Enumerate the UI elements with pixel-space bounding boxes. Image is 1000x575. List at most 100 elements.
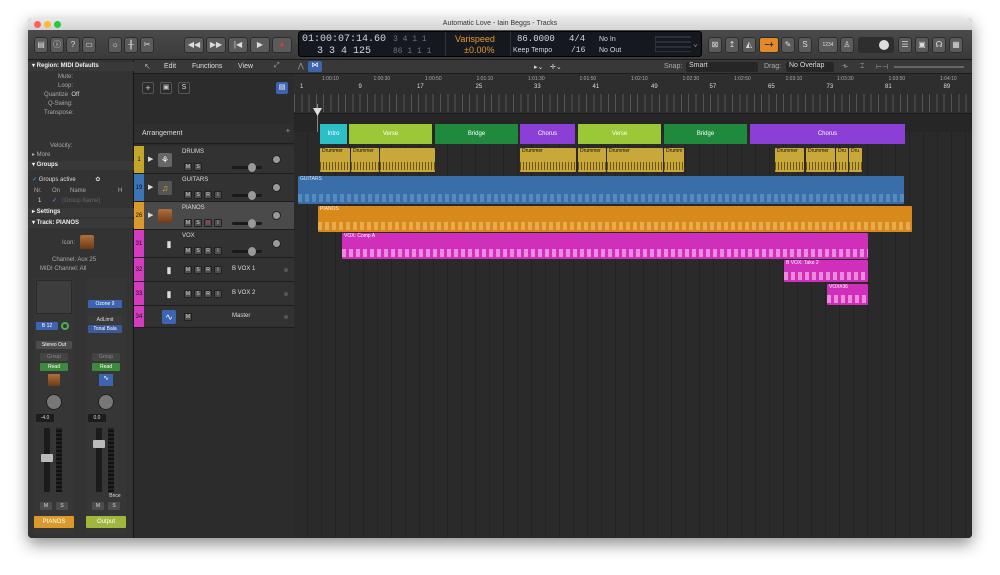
vox36-region[interactable]: VOX#36	[827, 284, 868, 305]
solo-button[interactable]: S	[194, 266, 202, 274]
track-name[interactable]: DRUMS	[182, 149, 204, 155]
disclosure-triangle-icon[interactable]: ▶	[148, 183, 153, 191]
piano-icon[interactable]	[80, 235, 94, 249]
arrangement-marker[interactable]: Bridge	[435, 124, 518, 144]
input-button[interactable]: I	[214, 191, 222, 199]
editors-button[interactable]: ✂	[140, 37, 154, 53]
strip-name[interactable]: Output	[86, 516, 126, 528]
track-name[interactable]: PIANOS	[182, 205, 205, 211]
zoom-slider[interactable]	[894, 66, 964, 68]
bvox-take-region[interactable]: B VOX: Take 2	[784, 260, 868, 282]
volume-slider[interactable]	[232, 247, 262, 256]
track-icon[interactable]: ▮	[162, 287, 176, 301]
solo-mode-button[interactable]: S	[798, 37, 812, 53]
group-on-checkbox[interactable]: ✓	[52, 197, 57, 206]
loop-browser-button[interactable]: ☊	[932, 37, 946, 53]
group-name[interactable]: (Group Name)	[62, 197, 100, 206]
volume-slider[interactable]	[232, 191, 262, 200]
transpose-row[interactable]: Transpose:	[28, 109, 134, 118]
track-name[interactable]: VOX	[182, 233, 195, 239]
arrangement-marker[interactable]: Intro	[320, 124, 347, 144]
smart-controls-button[interactable]: ☼	[108, 37, 122, 53]
drummer-region[interactable]: Drummer	[607, 148, 663, 172]
input-button[interactable]: I	[214, 290, 222, 298]
forward-button[interactable]: ▶▶	[206, 37, 226, 53]
add-track-button[interactable]: +	[142, 82, 154, 94]
volume-slider-thumb[interactable]	[248, 219, 256, 228]
metronome-button[interactable]: ◭	[742, 37, 756, 53]
play-button[interactable]: ▶	[250, 37, 270, 53]
drummer-region[interactable]: Drummer	[351, 148, 379, 172]
volume-fader[interactable]	[93, 428, 105, 492]
track-filter-icon[interactable]: ▤	[276, 82, 288, 94]
loop-row[interactable]: Loop:	[28, 82, 134, 91]
timeline-ruler[interactable]: 1:00:10 1:00:30 1:00:50 1:01:10 1:01:30 1:01:…	[294, 74, 972, 114]
pan-knob[interactable]	[46, 394, 62, 410]
channel-row[interactable]: Channel: Aux 25	[28, 256, 134, 265]
rec-button[interactable]: R	[204, 266, 212, 274]
mute-button[interactable]: M	[184, 219, 192, 227]
chevron-down-icon[interactable]: ⌄	[693, 39, 698, 49]
snap-dropdown[interactable]: Smart	[686, 62, 758, 72]
back-arrow-icon[interactable]: ↖	[144, 62, 151, 71]
drummer-region[interactable]: Drummer	[578, 148, 606, 172]
pencil-button[interactable]: ✎	[781, 37, 795, 53]
track-header[interactable]: 32 ▮ B VOX 1 MSRI	[134, 258, 294, 282]
second-tool[interactable]: ✛⌄	[550, 63, 562, 71]
inspector-button[interactable]: ⓘ	[50, 37, 64, 53]
pan-knob[interactable]	[272, 211, 281, 220]
solo-button[interactable]: S	[194, 191, 202, 199]
volume-slider-thumb[interactable]	[248, 191, 256, 200]
track-header[interactable]: 19 ▶ ♫ GUITARS M S R I	[134, 174, 294, 202]
settings-toggle[interactable]: ▸ Settings	[28, 208, 134, 217]
plugin-slot-adlimit[interactable]: AdLimit	[88, 316, 122, 324]
automation-mode[interactable]: Read	[92, 363, 120, 371]
disclosure-triangle-icon[interactable]: ▶	[148, 155, 153, 163]
eq-display[interactable]	[36, 280, 72, 314]
vertical-zoom-icon[interactable]: ⌶	[860, 63, 864, 71]
mute-button[interactable]: M	[92, 502, 104, 510]
output-slot[interactable]: Stereo Out	[36, 341, 72, 349]
list-editor-button[interactable]: ⊠	[708, 37, 722, 53]
flex-button[interactable]: ⋈	[308, 61, 322, 72]
mute-button[interactable]: M	[184, 163, 192, 171]
more-toggle[interactable]: ▸ More	[28, 151, 134, 160]
midi-channel-row[interactable]: MIDI Channel: All	[28, 265, 134, 274]
mute-row[interactable]: Mute:	[28, 73, 134, 82]
input-label[interactable]: No In	[599, 36, 616, 43]
varispeed-value[interactable]: ±0.00%	[464, 45, 494, 55]
track-icon[interactable]: ⚘	[158, 153, 172, 167]
pan-knob[interactable]	[98, 394, 114, 410]
waveform-zoom-icon[interactable]: ⟛	[842, 63, 848, 71]
pianos-region[interactable]: PIANOS	[318, 206, 912, 232]
input-button[interactable]: I	[214, 247, 222, 255]
pan-knob[interactable]	[272, 239, 281, 248]
mute-button[interactable]: M	[184, 313, 192, 321]
tracks-area[interactable]: ⋀ ⋈ ▸⌄ ✛⌄ Snap: Smart Drag: No Overlap ⟛…	[294, 60, 972, 538]
time-signature[interactable]: 4/4	[569, 34, 585, 44]
drummer-region[interactable]	[380, 148, 435, 172]
strip-name[interactable]: PIANOS	[34, 516, 74, 528]
velocity-row[interactable]: Velocity:	[28, 142, 134, 151]
volume-slider-thumb[interactable]	[248, 163, 256, 172]
varispeed-label[interactable]: Varispeed	[455, 34, 495, 44]
rec-button[interactable]: R	[204, 290, 212, 298]
track-header[interactable]: 26 ▶ PIANOS M S R I	[134, 202, 294, 230]
note-pad-button[interactable]: ▣	[915, 37, 929, 53]
bounce-button[interactable]: Bnce	[106, 492, 124, 500]
catch-icon[interactable]: ⤢	[274, 62, 280, 70]
rec-button[interactable]: R	[204, 219, 212, 227]
rec-button[interactable]: R	[204, 191, 212, 199]
checkbox-icon[interactable]: ✓	[32, 177, 37, 183]
automation-button[interactable]: ⋀	[298, 62, 304, 70]
rec-button[interactable]: R	[204, 247, 212, 255]
toolbar-button[interactable]: ▭	[82, 37, 96, 53]
mute-button[interactable]: M	[184, 290, 192, 298]
solo-button[interactable]: S	[108, 502, 120, 510]
quantize-row[interactable]: Quantize Off	[28, 91, 134, 100]
track-header[interactable]: ▾ Track: PIANOS	[28, 219, 134, 228]
volume-value[interactable]: 0.0	[88, 414, 106, 422]
duplicate-track-icon[interactable]: ▣	[160, 82, 172, 94]
groups-active-row[interactable]: ✓ Groups active ✿	[28, 176, 134, 185]
track-header[interactable]: 33 ▮ B VOX 2 MSRI	[134, 282, 294, 306]
